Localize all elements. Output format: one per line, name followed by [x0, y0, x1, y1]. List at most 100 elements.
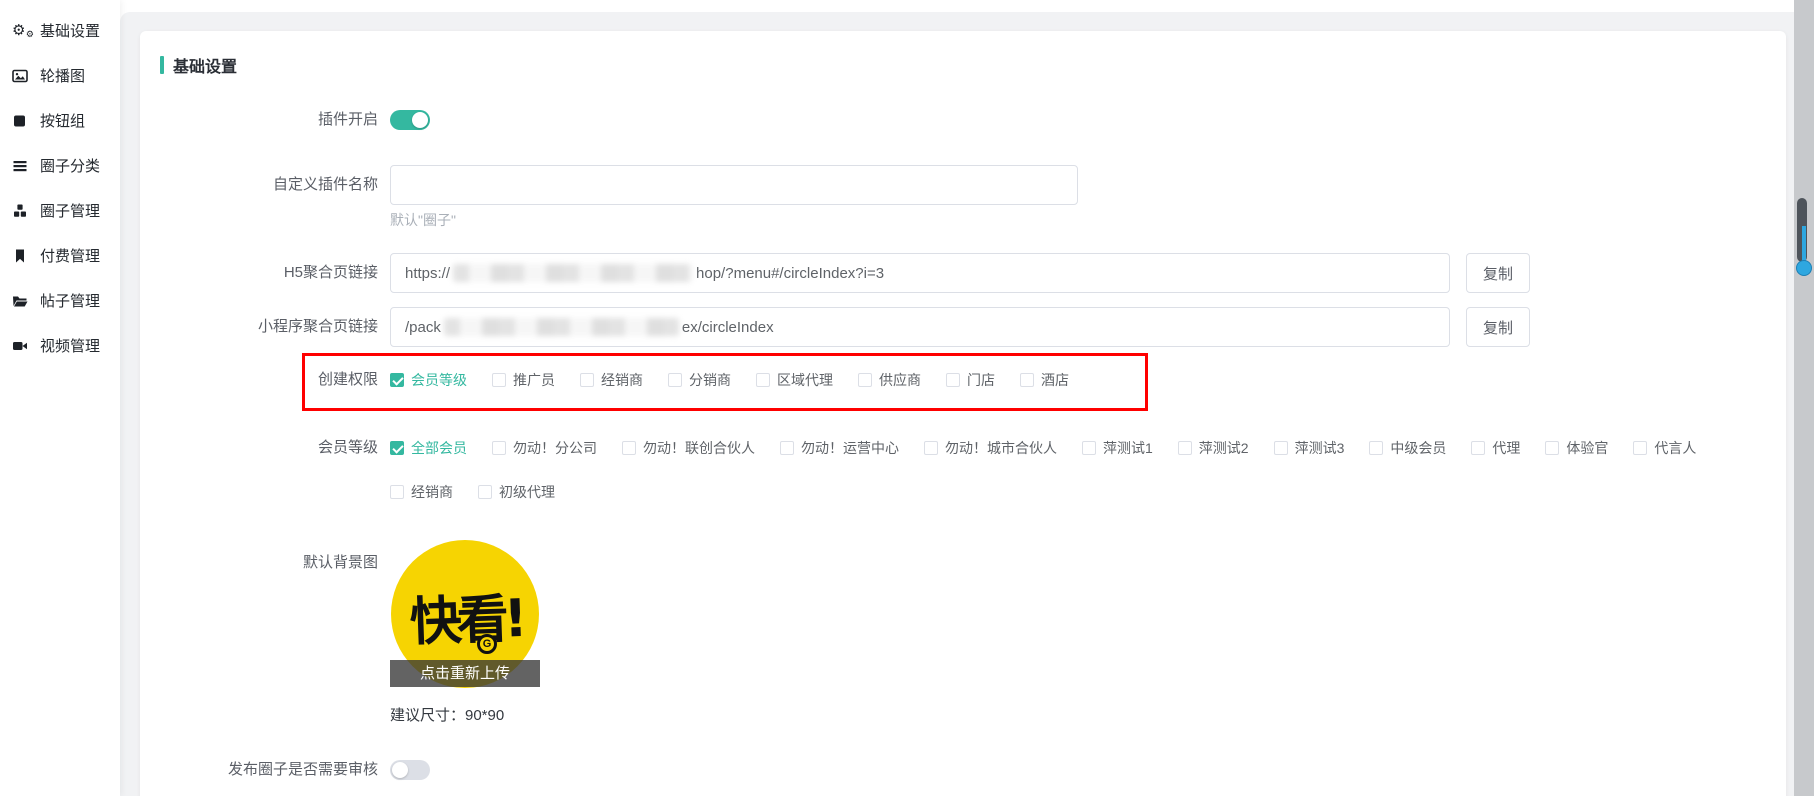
checkbox-hotel[interactable]: 酒店: [1020, 370, 1069, 390]
checkbox-promoter[interactable]: 推广员: [492, 370, 555, 390]
bookmark-icon: [12, 247, 34, 265]
checkbox-co-founder[interactable]: 勿动！联创合伙人: [622, 438, 755, 458]
row-plugin-name: 自定义插件名称: [140, 165, 1078, 205]
checkbox-store[interactable]: 门店: [946, 370, 995, 390]
row-h5-link: H5聚合页链接 https:// hop/?menu#/circleIndex?…: [140, 253, 1530, 293]
member-levels-options-line2: 经销商 初级代理: [390, 482, 555, 502]
sidebar-item-label: 基础设置: [40, 20, 100, 41]
h5-link-input[interactable]: https:// hop/?menu#/circleIndex?i=3: [390, 253, 1450, 293]
sidebar-item-video-manage[interactable]: 视频管理: [0, 323, 120, 368]
checkbox-icon: [622, 441, 636, 455]
row-default-bg: 默认背景图 快看! G 点击重新上传: [140, 540, 540, 690]
checkbox-member-level[interactable]: 会员等级: [390, 370, 467, 390]
checkbox-icon: [756, 373, 770, 387]
checkbox-icon: [1633, 441, 1647, 455]
mini-link-copy-button[interactable]: 复制: [1466, 307, 1530, 347]
plugin-enabled-toggle[interactable]: [390, 110, 430, 130]
logo-badge: G: [477, 634, 497, 654]
video-icon: [12, 337, 34, 355]
checkbox-experiencer[interactable]: 体验官: [1545, 438, 1608, 458]
mini-link-prefix: /pack: [405, 319, 441, 336]
checkbox-test1[interactable]: 萍测试1: [1082, 438, 1153, 458]
checkbox-agent[interactable]: 代理: [1471, 438, 1520, 458]
checkbox-supplier[interactable]: 供应商: [858, 370, 921, 390]
plugin-name-input[interactable]: [390, 165, 1078, 205]
checkbox-icon: [858, 373, 872, 387]
checkbox-icon: [1369, 441, 1383, 455]
panel-title: 基础设置: [160, 53, 237, 77]
checkbox-icon: [668, 373, 682, 387]
sidebar-item-post-manage[interactable]: 帖子管理: [0, 278, 120, 323]
gears-icon: ⚙⚙: [12, 22, 34, 40]
sidebar-item-button-group[interactable]: 按钮组: [0, 98, 120, 143]
audit-toggle[interactable]: [390, 760, 430, 780]
sidebar-item-circle-category[interactable]: 圈子分类: [0, 143, 120, 188]
member-levels-options-line1: 全部会员 勿动！分公司 勿动！联创合伙人 勿动！运营中心 勿动！城市合伙人 萍测…: [390, 438, 1696, 458]
checkbox-branch-company[interactable]: 勿动！分公司: [492, 438, 597, 458]
h5-link-suffix: hop/?menu#/circleIndex?i=3: [696, 265, 884, 282]
folder-icon: [12, 292, 34, 310]
checkbox-icon: [1082, 441, 1096, 455]
checkbox-icon: [1178, 441, 1192, 455]
row-mini-link: 小程序聚合页链接 /pack ex/circleIndex 复制: [140, 307, 1530, 347]
checkbox-icon: [390, 441, 404, 455]
create-permission-options: 会员等级 推广员 经销商 分销商 区域代理 供应商 门店 酒店: [390, 370, 1069, 390]
checkbox-city-partner[interactable]: 勿动！城市合伙人: [924, 438, 1057, 458]
mini-link-input[interactable]: /pack ex/circleIndex: [390, 307, 1450, 347]
checkbox-operation-center[interactable]: 勿动！运营中心: [780, 438, 899, 458]
checkbox-dealer2[interactable]: 经销商: [390, 482, 453, 502]
checkbox-icon: [1020, 373, 1034, 387]
row-member-levels-line2: 经销商 初级代理: [140, 477, 555, 507]
member-levels-label: 会员等级: [140, 433, 390, 463]
checkbox-icon: [492, 441, 506, 455]
sidebar: ⚙⚙ 基础设置 轮播图 按钮组 圈子分类 圈子管理: [0, 0, 120, 796]
checkbox-test3[interactable]: 萍测试3: [1274, 438, 1345, 458]
audit-label: 发布圈子是否需要审核: [140, 755, 390, 785]
sidebar-item-circle-manage[interactable]: 圈子管理: [0, 188, 120, 233]
plugin-name-hint: 默认"圈子": [390, 210, 456, 230]
row-plugin-enabled: 插件开启: [140, 105, 430, 135]
row-default-bg-hint: 建议尺寸：90*90: [140, 704, 504, 724]
checkbox-junior-agent[interactable]: 初级代理: [478, 482, 555, 502]
checkbox-icon: [478, 485, 492, 499]
scrollbar-thumb[interactable]: [1797, 198, 1807, 262]
checkbox-distributor[interactable]: 分销商: [668, 370, 731, 390]
sidebar-item-label: 轮播图: [40, 65, 85, 86]
mini-link-redacted-segment: [444, 318, 679, 336]
checkbox-icon: [946, 373, 960, 387]
bg-upload-preview[interactable]: 快看! G 点击重新上传: [390, 540, 540, 690]
checkbox-icon: [1274, 441, 1288, 455]
sidebar-item-carousel[interactable]: 轮播图: [0, 53, 120, 98]
sidebar-item-basic-settings[interactable]: ⚙⚙ 基础设置: [0, 8, 120, 53]
sidebar-item-label: 按钮组: [40, 110, 85, 131]
checkbox-all-members[interactable]: 全部会员: [390, 438, 467, 458]
h5-link-copy-button[interactable]: 复制: [1466, 253, 1530, 293]
sidebar-item-label: 帖子管理: [40, 290, 100, 311]
reupload-button[interactable]: 点击重新上传: [390, 660, 540, 687]
sidebar-item-label: 付费管理: [40, 245, 100, 266]
checkbox-test2[interactable]: 萍测试2: [1178, 438, 1249, 458]
plugin-name-label: 自定义插件名称: [140, 170, 390, 200]
checkbox-dealer[interactable]: 经销商: [580, 370, 643, 390]
sidebar-item-label: 视频管理: [40, 335, 100, 356]
sidebar-item-payment-manage[interactable]: 付费管理: [0, 233, 120, 278]
row-audit: 发布圈子是否需要审核: [140, 755, 430, 785]
sidebar-item-label: 圈子分类: [40, 155, 100, 176]
checkbox-icon: [390, 485, 404, 499]
page: ⚙⚙ 基础设置 轮播图 按钮组 圈子分类 圈子管理: [0, 0, 1814, 796]
h5-link-prefix: https://: [405, 265, 450, 282]
page-title: 基础设置: [173, 53, 237, 77]
scrollbar-track[interactable]: [1794, 0, 1814, 796]
create-permission-label: 创建权限: [140, 365, 390, 395]
cubes-icon: [12, 202, 34, 220]
row-create-permission: 创建权限 会员等级 推广员 经销商 分销商 区域代理 供应商 门店 酒店: [140, 365, 1069, 395]
title-accent-bar: [160, 56, 164, 74]
checkbox-spokesperson[interactable]: 代言人: [1633, 438, 1696, 458]
checkbox-region-agent[interactable]: 区域代理: [756, 370, 833, 390]
settings-card: 基础设置 插件开启 自定义插件名称 默认"圈子" H5聚合页链接 https:/…: [140, 31, 1786, 796]
checkbox-icon: [492, 373, 506, 387]
checkbox-mid-member[interactable]: 中级会员: [1369, 438, 1446, 458]
list-icon: [12, 157, 34, 175]
mini-link-label: 小程序聚合页链接: [140, 312, 390, 342]
mini-link-suffix: ex/circleIndex: [682, 319, 774, 336]
